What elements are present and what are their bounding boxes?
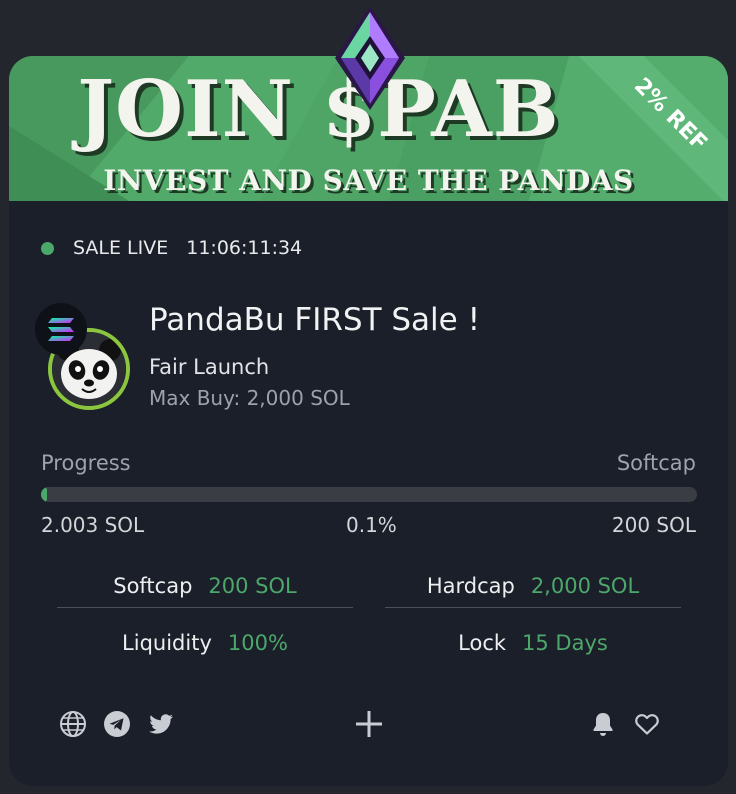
- softcap-stat: Softcap 200 SOL: [57, 565, 353, 608]
- bell-icon[interactable]: [589, 710, 617, 738]
- lock-stat: Lock 15 Days: [385, 622, 681, 664]
- solana-icon: [48, 318, 74, 341]
- progress-percent: 0.1%: [346, 513, 397, 537]
- sale-status: SALE LIVE 11:06:11:34: [41, 236, 302, 260]
- progress-bar: [41, 487, 697, 502]
- lock-label: Lock: [458, 631, 507, 655]
- hardcap-label: Hardcap: [426, 574, 515, 598]
- hardcap-value: 2,000 SOL: [530, 574, 640, 598]
- social-links: [59, 710, 191, 738]
- chain-badge: [35, 303, 87, 355]
- twitter-icon[interactable]: [147, 710, 175, 738]
- countdown-timer: 11:06:11:34: [186, 237, 303, 259]
- max-buy: Max Buy: 2,000 SOL: [149, 386, 350, 410]
- liquidity-value: 100%: [227, 631, 288, 655]
- softcap-value: 200 SOL: [208, 574, 297, 598]
- raised-amount: 2.003 SOL: [41, 513, 145, 537]
- plus-icon[interactable]: [354, 709, 384, 739]
- liquidity-stat: Liquidity 100%: [57, 622, 353, 664]
- progress-softcap-label: Softcap: [616, 451, 696, 475]
- sale-type: Fair Launch: [149, 355, 270, 379]
- softcap-amount: 200 SOL: [611, 513, 696, 537]
- softcap-label: Softcap: [113, 574, 193, 598]
- platform-logo-icon: [335, 6, 405, 110]
- liquidity-label: Liquidity: [122, 631, 212, 655]
- telegram-icon[interactable]: [103, 710, 131, 738]
- hardcap-stat: Hardcap 2,000 SOL: [385, 565, 681, 608]
- lock-value: 15 Days: [522, 631, 608, 655]
- banner-subtitle: INVEST AND SAVE THE PANDAS: [103, 164, 634, 197]
- status-label: SALE LIVE: [73, 237, 169, 259]
- sale-card[interactable]: JOIN $PAB INVEST AND SAVE THE PANDAS 2% …: [9, 56, 728, 786]
- sale-title[interactable]: PandaBu FIRST Sale !: [149, 302, 480, 338]
- live-status-dot: [41, 241, 54, 255]
- heart-icon[interactable]: [633, 710, 661, 738]
- progress-label: Progress: [41, 451, 131, 475]
- banner-title: JOIN $PAB: [77, 64, 560, 155]
- globe-icon[interactable]: [59, 710, 87, 738]
- card-actions: [589, 710, 677, 738]
